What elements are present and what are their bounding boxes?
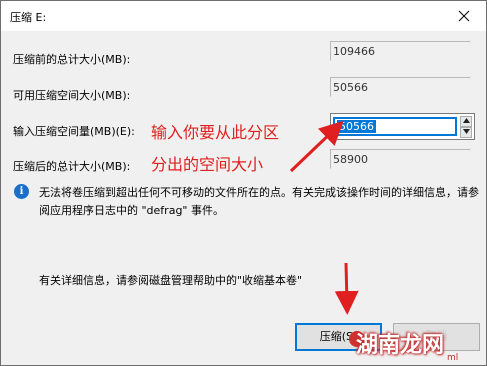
annotation-arrow-up [289,120,344,173]
watermark-sub: ml [447,353,459,363]
help-message: 有关详细信息，请参阅磁盘管理帮助中的"收缩基本卷" [39,274,303,287]
info-message: 无法将卷压缩到超出任何不可移动的文件所在的点。有关完成该操作时间的详细信息，请参… [39,186,479,217]
annotation-arrow-down [334,262,359,315]
watermark-text: 湖南龙网 [356,333,445,358]
info-icon: i [14,184,29,199]
shrink-dialog: 压缩 E: 压缩前的总计大小(MB): 109466 可用压缩空间大小(MB):… [0,0,487,366]
